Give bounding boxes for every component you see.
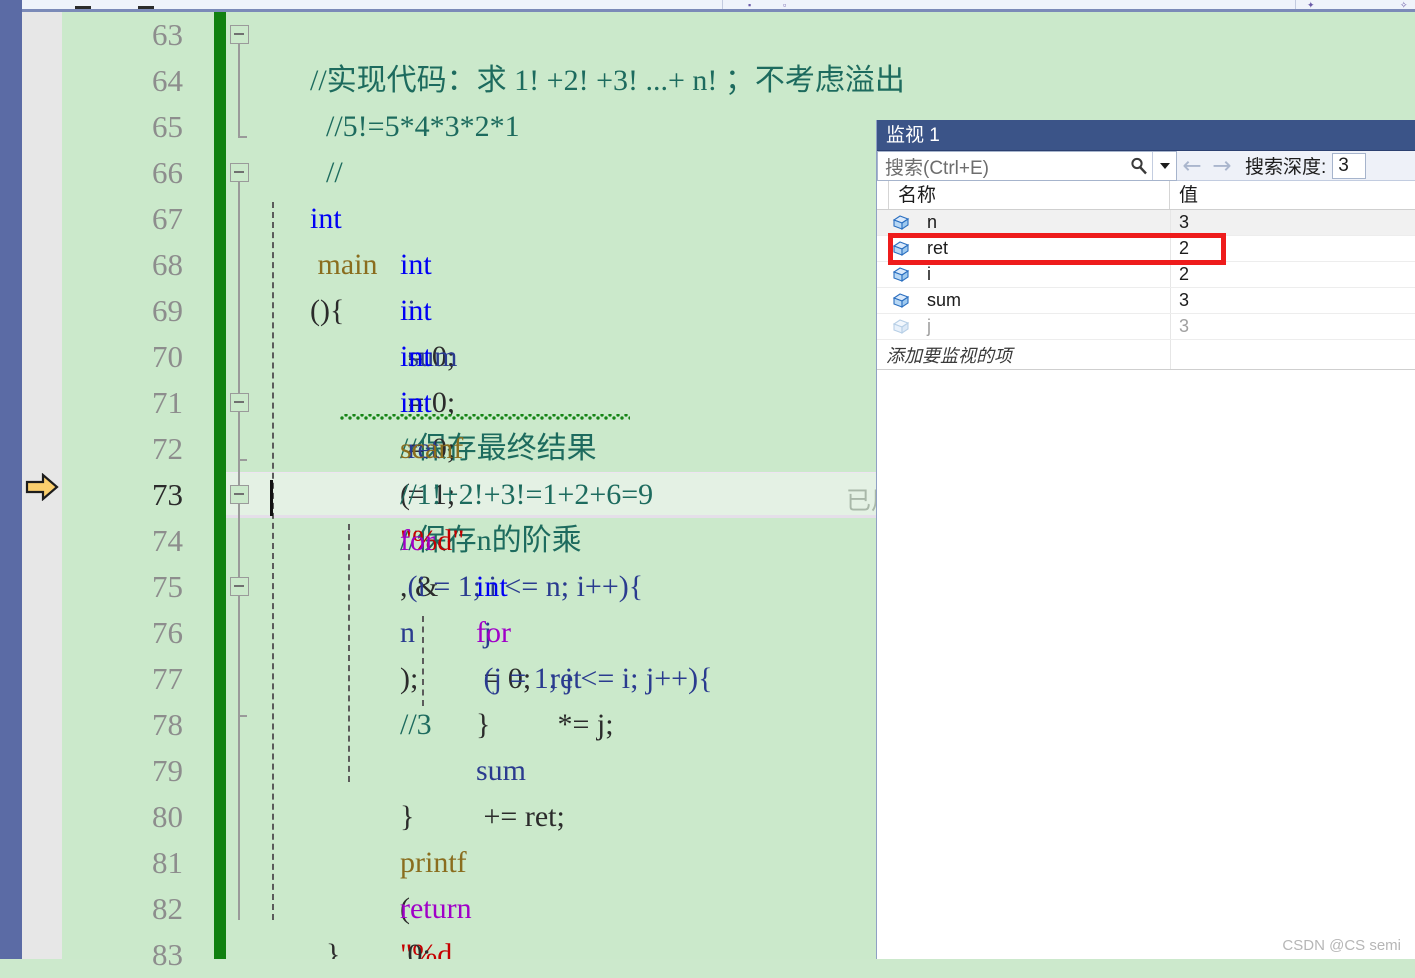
breakpoint-gutter[interactable] bbox=[0, 12, 22, 959]
watch-row-n[interactable]: n 3 bbox=[877, 210, 1415, 236]
line-number: 83 bbox=[152, 932, 183, 978]
chevron-down-icon bbox=[1160, 163, 1170, 169]
row-spacer bbox=[877, 236, 889, 261]
search-depth-input[interactable]: 3 bbox=[1332, 153, 1366, 179]
watch-toolbar[interactable]: 搜索(Ctrl+E) ← → 搜索深度: 3 bbox=[877, 151, 1415, 181]
toolbar-separator-1 bbox=[722, 0, 723, 9]
watch-window-titlebar[interactable]: 监视 1 bbox=[877, 120, 1415, 151]
add-watch-item-row[interactable]: 添加要监视的项 bbox=[877, 340, 1415, 370]
variable-cube-icon bbox=[891, 318, 911, 336]
watch-window-title: 监视 1 bbox=[886, 120, 940, 151]
line-number: 74 bbox=[152, 518, 183, 564]
watch-variable-name[interactable]: sum bbox=[889, 288, 1170, 313]
line-number: 76 bbox=[152, 610, 183, 656]
line-number: 64 bbox=[152, 58, 183, 104]
line-number: 78 bbox=[152, 702, 183, 748]
line-number-column: 63 64 65 66 67 68 69 70 71 72 73 74 75 7… bbox=[62, 12, 219, 959]
line-number: 77 bbox=[152, 656, 183, 702]
line-number-current: 73 bbox=[152, 472, 183, 518]
variable-cube-icon bbox=[891, 214, 911, 232]
watch-variable-name[interactable]: ret bbox=[889, 236, 1170, 261]
line-number: 69 bbox=[152, 288, 183, 334]
row-spacer bbox=[877, 288, 889, 313]
row-column-divider bbox=[1170, 210, 1171, 235]
search-input[interactable]: 搜索(Ctrl+E) bbox=[877, 151, 1177, 181]
watch-variable-value[interactable]: 2 bbox=[1170, 262, 1414, 287]
toolbar-icon-glyph-a[interactable]: ▪ bbox=[748, 1, 751, 10]
watch-variable-value[interactable]: 3 bbox=[1170, 210, 1414, 235]
row-column-divider bbox=[1170, 288, 1171, 313]
row-column-divider bbox=[1170, 340, 1171, 369]
search-previous-button[interactable]: ← bbox=[1177, 151, 1207, 180]
variable-cube-icon bbox=[891, 292, 911, 310]
column-header-value[interactable]: 值 bbox=[1170, 181, 1414, 209]
watch-variable-name[interactable]: n bbox=[889, 210, 1170, 235]
toolbar-icon-glyph-c[interactable]: ✦ bbox=[1307, 1, 1315, 10]
line-number: 68 bbox=[152, 242, 183, 288]
watch-row-i[interactable]: i 2 bbox=[877, 262, 1415, 288]
watch-variable-value[interactable]: 2 bbox=[1170, 236, 1414, 261]
add-watch-item-placeholder[interactable]: 添加要监视的项 bbox=[877, 340, 1170, 369]
toolbar-left-edge bbox=[0, 0, 22, 12]
line-number: 63 bbox=[152, 12, 183, 58]
execution-pointer-arrow-icon[interactable] bbox=[22, 464, 62, 510]
toolbar-separator-2 bbox=[1295, 0, 1296, 9]
line-number: 82 bbox=[152, 886, 183, 932]
search-input-placeholder: 搜索(Ctrl+E) bbox=[878, 153, 989, 180]
variable-cube-icon bbox=[891, 240, 911, 258]
toolbar-dash-glyph-1[interactable] bbox=[75, 6, 91, 9]
column-header-name[interactable]: 名称 bbox=[889, 181, 1170, 209]
line-number: 66 bbox=[152, 150, 183, 196]
line-number: 71 bbox=[152, 380, 183, 426]
watch-variable-name[interactable]: i bbox=[889, 262, 1170, 287]
watch-variable-value[interactable]: 3 bbox=[1170, 288, 1414, 313]
line-number: 65 bbox=[152, 104, 183, 150]
line-number: 75 bbox=[152, 564, 183, 610]
toolbar-strip: ▪ ▫ ✦ ✧ bbox=[0, 0, 1415, 12]
watch-variable-value[interactable]: 3 bbox=[1170, 314, 1414, 339]
row-spacer bbox=[877, 210, 889, 235]
watermark-text: CSDN @CS semi bbox=[1282, 937, 1401, 954]
code-line-64[interactable]: //5!=5*4*3*2*1 bbox=[226, 58, 1415, 104]
row-spacer bbox=[877, 314, 889, 339]
watch-grid-header: 名称 值 bbox=[877, 181, 1415, 210]
search-next-button[interactable]: → bbox=[1207, 151, 1237, 180]
line-number: 72 bbox=[152, 426, 183, 472]
line-number: 79 bbox=[152, 748, 183, 794]
watch-variable-name[interactable]: j bbox=[889, 314, 1170, 339]
search-depth-label: 搜索深度: bbox=[1237, 151, 1332, 180]
watch-window[interactable]: 监视 1 搜索(Ctrl+E) ← → 搜索深度: 3 名称 值 bbox=[876, 120, 1415, 959]
toolbar-icon-glyph-d[interactable]: ✧ bbox=[1400, 1, 1408, 10]
toolbar-dash-glyph-2[interactable] bbox=[138, 6, 154, 9]
error-squiggle-underline bbox=[340, 414, 630, 420]
column-header-spacer bbox=[877, 181, 889, 209]
toolbar-icon-glyph-b[interactable]: ▫ bbox=[783, 1, 786, 10]
row-column-divider bbox=[1170, 314, 1171, 339]
line-number: 67 bbox=[152, 196, 183, 242]
line-number: 80 bbox=[152, 794, 183, 840]
watch-row-ret[interactable]: ret 2 bbox=[877, 236, 1415, 262]
change-indicator-bar bbox=[214, 12, 226, 959]
row-column-divider bbox=[1170, 262, 1171, 287]
line-number: 70 bbox=[152, 334, 183, 380]
watch-row-j[interactable]: j 3 bbox=[877, 314, 1415, 340]
row-spacer bbox=[877, 262, 889, 287]
magnifier-icon[interactable] bbox=[1126, 152, 1152, 180]
row-column-divider bbox=[1170, 236, 1171, 261]
search-options-dropdown-button[interactable] bbox=[1152, 152, 1176, 180]
line-number: 81 bbox=[152, 840, 183, 886]
watch-row-sum[interactable]: sum 3 bbox=[877, 288, 1415, 314]
watch-variables-grid[interactable]: 名称 值 n 3 bbox=[877, 181, 1415, 370]
code-line-63[interactable]: //实现代码：求 1! +2! +3! ...+ n! ；不考虑溢出 bbox=[226, 12, 1415, 58]
variable-cube-icon bbox=[891, 266, 911, 284]
